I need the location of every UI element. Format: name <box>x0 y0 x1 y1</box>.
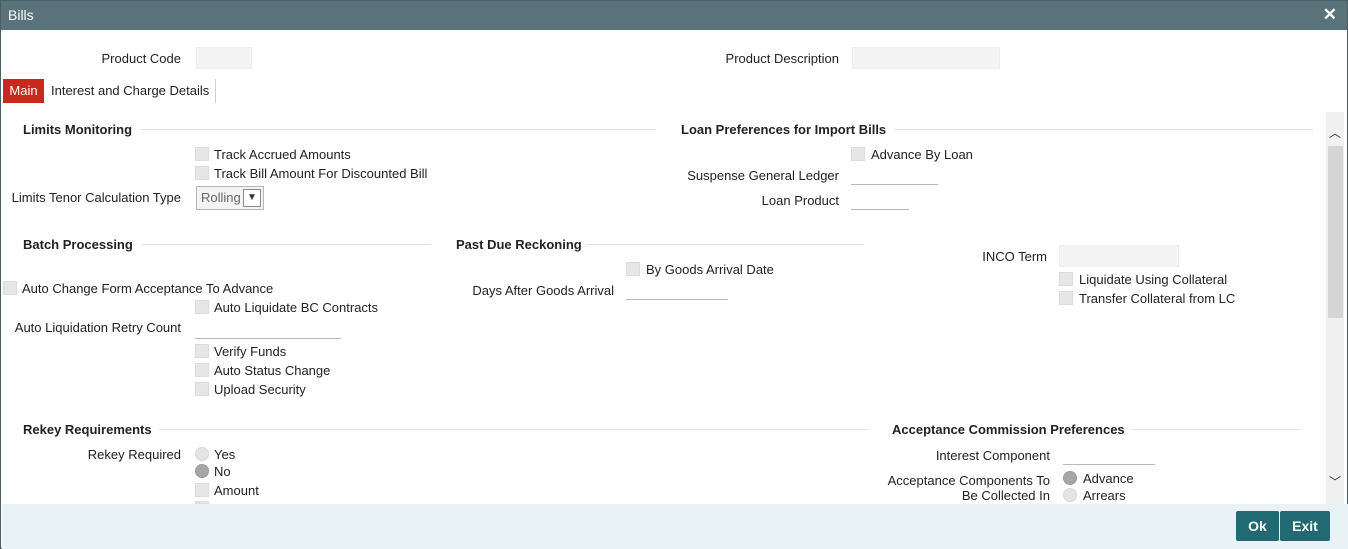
retry-count-input[interactable] <box>195 338 341 339</box>
title-bar: Bills ✕ <box>1 1 1347 30</box>
track-bill-label: Track Bill Amount For Discounted Bill <box>214 166 428 181</box>
divider <box>1131 429 1301 430</box>
collected-label-line1: Acceptance Components To <box>887 473 1050 488</box>
collected-label-line2: Be Collected In <box>961 488 1050 503</box>
rekey-yes-radio[interactable] <box>195 447 209 461</box>
loan-preferences-heading: Loan Preferences for Import Bills <box>681 122 887 137</box>
by-goods-arrival-label: By Goods Arrival Date <box>646 262 774 277</box>
rekey-amount-checkbox[interactable] <box>195 483 209 497</box>
batch-processing-heading: Batch Processing <box>23 237 133 252</box>
tab-main[interactable]: Main <box>3 79 44 103</box>
scrollbar-thumb[interactable] <box>1328 146 1343 318</box>
auto-change-label: Auto Change Form Acceptance To Advance <box>22 281 274 296</box>
track-bill-checkbox[interactable] <box>195 166 209 180</box>
loan-product-label: Loan Product <box>761 193 839 208</box>
inco-term-field[interactable] <box>1059 245 1179 267</box>
auto-status-checkbox[interactable] <box>195 363 209 377</box>
verify-funds-label: Verify Funds <box>214 344 287 359</box>
product-description-label: Product Description <box>725 51 839 66</box>
suspense-gl-input[interactable] <box>851 184 938 185</box>
days-after-input[interactable] <box>626 299 728 300</box>
rekey-heading: Rekey Requirements <box>23 422 152 437</box>
upload-security-checkbox[interactable] <box>195 382 209 396</box>
track-accrued-checkbox[interactable] <box>195 147 209 161</box>
chevron-up-icon[interactable]: ︿ <box>1327 124 1343 142</box>
arrears-radio[interactable] <box>1063 488 1077 502</box>
divider <box>159 429 869 430</box>
chevron-down-icon[interactable]: ﹀ <box>1327 473 1343 491</box>
product-code-label: Product Code <box>101 51 182 66</box>
liquidate-collateral-label: Liquidate Using Collateral <box>1079 272 1228 287</box>
tenor-calc-label: Limits Tenor Calculation Type <box>11 190 181 205</box>
interest-component-input[interactable] <box>1063 464 1155 465</box>
limits-monitoring-heading: Limits Monitoring <box>23 122 133 137</box>
transfer-collateral-checkbox[interactable] <box>1059 291 1073 305</box>
bills-dialog: Bills ✕ Product Code Product Description… <box>0 0 1348 549</box>
divider <box>141 129 656 130</box>
rekey-no-label: No <box>214 464 231 479</box>
acceptance-heading: Acceptance Commission Preferences <box>892 422 1125 437</box>
liquidate-collateral-checkbox[interactable] <box>1059 272 1073 286</box>
upload-security-label: Upload Security <box>214 382 306 397</box>
by-goods-arrival-checkbox[interactable] <box>626 262 640 276</box>
loan-product-input[interactable] <box>851 209 909 210</box>
retry-count-label: Auto Liquidation Retry Count <box>14 320 181 335</box>
track-accrued-label: Track Accrued Amounts <box>214 147 351 162</box>
rekey-yes-label: Yes <box>214 447 236 462</box>
auto-status-label: Auto Status Change <box>214 363 331 378</box>
footer-bar <box>2 504 1348 549</box>
suspense-gl-label: Suspense General Ledger <box>687 168 839 183</box>
arrears-label: Arrears <box>1083 488 1126 503</box>
auto-change-checkbox[interactable] <box>3 281 17 295</box>
rekey-no-radio[interactable] <box>195 464 209 478</box>
rekey-amount-label: Amount <box>214 483 259 498</box>
exit-button[interactable]: Exit <box>1280 511 1330 541</box>
days-after-label: Days After Goods Arrival <box>472 283 614 298</box>
divider <box>586 244 864 245</box>
window-title: Bills <box>8 7 34 23</box>
verify-funds-checkbox[interactable] <box>195 344 209 358</box>
chevron-down-icon[interactable]: ▼ <box>243 189 261 207</box>
auto-liquidate-checkbox[interactable] <box>195 300 209 314</box>
ok-button[interactable]: Ok <box>1236 511 1279 541</box>
tab-interest-charge-details[interactable]: Interest and Charge Details <box>45 79 217 103</box>
past-due-heading: Past Due Reckoning <box>456 237 582 252</box>
divider <box>894 129 1313 130</box>
rekey-required-label: Rekey Required <box>87 447 181 462</box>
product-description-field[interactable] <box>852 47 1000 69</box>
advance-by-loan-label: Advance By Loan <box>871 147 973 162</box>
auto-liquidate-label: Auto Liquidate BC Contracts <box>214 300 379 315</box>
transfer-collateral-label: Transfer Collateral from LC <box>1079 291 1236 306</box>
advance-label: Advance <box>1083 471 1134 486</box>
tenor-calc-select[interactable]: Rolling ▼ <box>196 186 264 210</box>
divider <box>141 244 431 245</box>
close-icon[interactable]: ✕ <box>1323 6 1337 24</box>
product-code-field[interactable] <box>196 47 252 69</box>
inco-term-label: INCO Term <box>982 249 1047 264</box>
tenor-calc-value: Rolling <box>201 190 241 205</box>
advance-by-loan-checkbox[interactable] <box>851 147 865 161</box>
advance-radio[interactable] <box>1063 471 1077 485</box>
interest-component-label: Interest Component <box>935 448 1050 463</box>
